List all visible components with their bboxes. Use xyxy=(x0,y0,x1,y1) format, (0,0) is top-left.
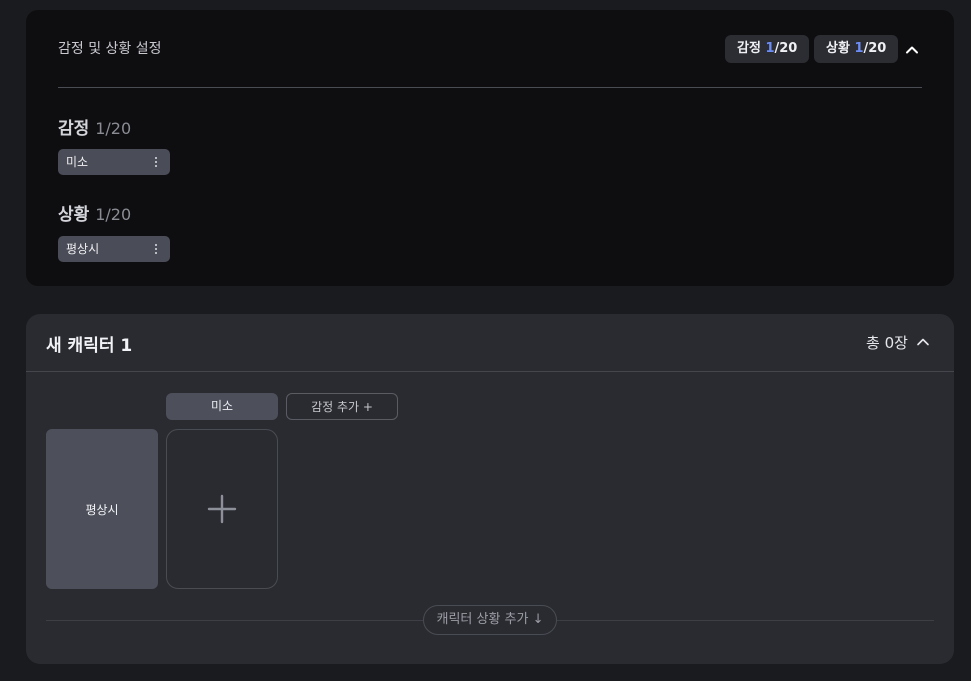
emotion-count-label: 감정 xyxy=(737,41,766,56)
more-vertical-icon[interactable] xyxy=(152,149,160,175)
character-total-count: 총 0장 xyxy=(866,334,908,352)
settings-title: 감정 및 상황 설정 xyxy=(58,41,162,57)
character-name: 새 캐릭터 1 xyxy=(46,336,133,356)
emotion-count-badge: 감정 1/20 xyxy=(725,35,810,63)
emotion-section-title: 감정 1/20 xyxy=(58,114,131,139)
emotion-tag[interactable]: 미소 xyxy=(58,149,170,175)
situation-count-badge: 상황 1/20 xyxy=(814,35,899,63)
settings-divider xyxy=(58,87,922,88)
situation-row-label[interactable]: 평상시 xyxy=(46,429,158,589)
situation-row-label-text: 평상시 xyxy=(85,502,119,517)
add-emotion-button[interactable]: 감정 추가 + xyxy=(286,393,398,420)
emotion-count-total: /20 xyxy=(774,41,798,56)
chevron-up-icon[interactable] xyxy=(902,40,922,60)
situation-tag-label: 평상시 xyxy=(66,242,100,256)
plus-icon xyxy=(207,494,237,524)
situation-count-current: 1 xyxy=(854,41,864,56)
situation-count-label: 상황 xyxy=(826,41,855,56)
add-image-card[interactable] xyxy=(166,429,278,589)
emotion-section-count: 1/20 xyxy=(95,119,132,138)
character-panel: 새 캐릭터 1 총 0장 미소 감정 추가 + 평상시 캐릭터 상황 추가 ↓ xyxy=(26,314,954,664)
situation-count-total: /20 xyxy=(863,41,887,56)
chevron-up-icon[interactable] xyxy=(913,332,933,352)
situation-section-title: 상황 1/20 xyxy=(58,200,131,225)
character-header: 새 캐릭터 1 총 0장 xyxy=(26,314,954,372)
emotion-tag-label: 미소 xyxy=(66,155,89,169)
emotion-column-header[interactable]: 미소 xyxy=(166,393,278,420)
emotion-section-label: 감정 xyxy=(58,119,90,139)
footer-divider-right xyxy=(557,620,934,621)
situation-section-count: 1/20 xyxy=(95,205,132,224)
emotion-situation-settings-panel: 감정 및 상황 설정 감정 1/20 상황 1/20 감정 1/20 미소 상황… xyxy=(26,10,954,286)
add-situation-button[interactable]: 캐릭터 상황 추가 ↓ xyxy=(423,605,557,635)
footer-divider-left xyxy=(46,620,423,621)
more-vertical-icon[interactable] xyxy=(152,236,160,262)
emotion-count-current: 1 xyxy=(765,41,775,56)
situation-section-label: 상황 xyxy=(58,205,90,225)
situation-tag[interactable]: 평상시 xyxy=(58,236,170,262)
